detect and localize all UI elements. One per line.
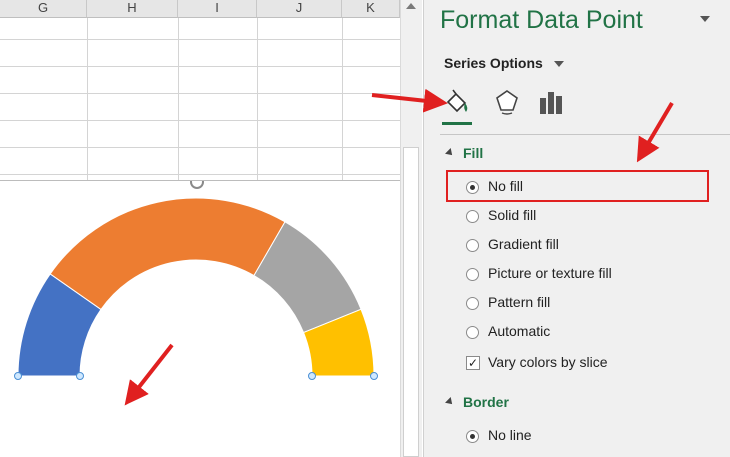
- series-options-dropdown[interactable]: Series Options: [444, 55, 543, 71]
- gauge-slice-2[interactable]: [49, 197, 286, 311]
- collapse-triangle-icon: [445, 148, 455, 158]
- collapse-triangle-icon: [445, 397, 455, 407]
- active-tab-indicator: [442, 122, 472, 125]
- divider: [440, 134, 730, 135]
- column-header-k[interactable]: K: [342, 0, 400, 18]
- radio-pattern-fill[interactable]: [466, 297, 479, 310]
- fill-section-title: Fill: [463, 145, 484, 161]
- grid-line: [0, 120, 400, 121]
- scroll-up-icon[interactable]: [406, 3, 416, 9]
- chart-area[interactable]: [0, 175, 400, 457]
- radio-picture-fill[interactable]: [466, 268, 479, 281]
- no-line-label[interactable]: No line: [488, 427, 532, 443]
- fill-section-header[interactable]: Fill: [445, 145, 484, 161]
- column-header-j[interactable]: J: [257, 0, 342, 18]
- grid-line: [178, 18, 179, 180]
- solid-fill-label[interactable]: Solid fill: [488, 207, 536, 223]
- grid-line: [257, 18, 258, 180]
- pane-menu-chevron-icon[interactable]: [700, 16, 710, 22]
- vary-colors-label[interactable]: Vary colors by slice: [488, 354, 608, 370]
- grid-line: [0, 66, 400, 67]
- grid-line: [0, 147, 400, 148]
- grid-line: [87, 18, 88, 180]
- selection-handle[interactable]: [370, 372, 378, 380]
- automatic-label[interactable]: Automatic: [488, 323, 550, 339]
- vertical-scrollbar[interactable]: [400, 0, 422, 457]
- column-header-g[interactable]: G: [0, 0, 87, 18]
- radio-gradient-fill[interactable]: [466, 239, 479, 252]
- bar-chart-icon[interactable]: [536, 87, 566, 117]
- radio-solid-fill[interactable]: [466, 210, 479, 223]
- no-fill-highlight-box: [446, 170, 709, 202]
- grid-line: [0, 93, 400, 94]
- scroll-thumb[interactable]: [403, 147, 419, 457]
- border-section-title: Border: [463, 394, 509, 410]
- radio-automatic[interactable]: [466, 326, 479, 339]
- grid-line: [342, 18, 343, 180]
- spreadsheet-area[interactable]: G H I J K: [0, 0, 400, 457]
- grid-line: [0, 174, 400, 175]
- radio-no-line[interactable]: [466, 430, 479, 443]
- column-header-h[interactable]: H: [87, 0, 178, 18]
- vary-colors-checkbox[interactable]: ✓: [466, 356, 480, 370]
- grid-line: [0, 39, 400, 40]
- gradient-fill-label[interactable]: Gradient fill: [488, 236, 559, 252]
- pattern-fill-label[interactable]: Pattern fill: [488, 294, 550, 310]
- gauge-chart[interactable]: [0, 175, 400, 457]
- format-data-point-pane: Format Data Point Series Options Fill No…: [423, 0, 730, 457]
- pentagon-icon[interactable]: [492, 87, 522, 117]
- selection-handle[interactable]: [76, 372, 84, 380]
- selection-handle[interactable]: [14, 372, 22, 380]
- column-header-i[interactable]: I: [178, 0, 257, 18]
- pane-title: Format Data Point: [440, 6, 643, 34]
- picture-texture-fill-label[interactable]: Picture or texture fill: [488, 265, 612, 281]
- chevron-down-icon[interactable]: [554, 61, 564, 67]
- paint-bucket-icon[interactable]: [442, 87, 472, 117]
- border-section-header[interactable]: Border: [445, 394, 509, 410]
- selection-handle[interactable]: [308, 372, 316, 380]
- rotation-handle[interactable]: [190, 175, 204, 189]
